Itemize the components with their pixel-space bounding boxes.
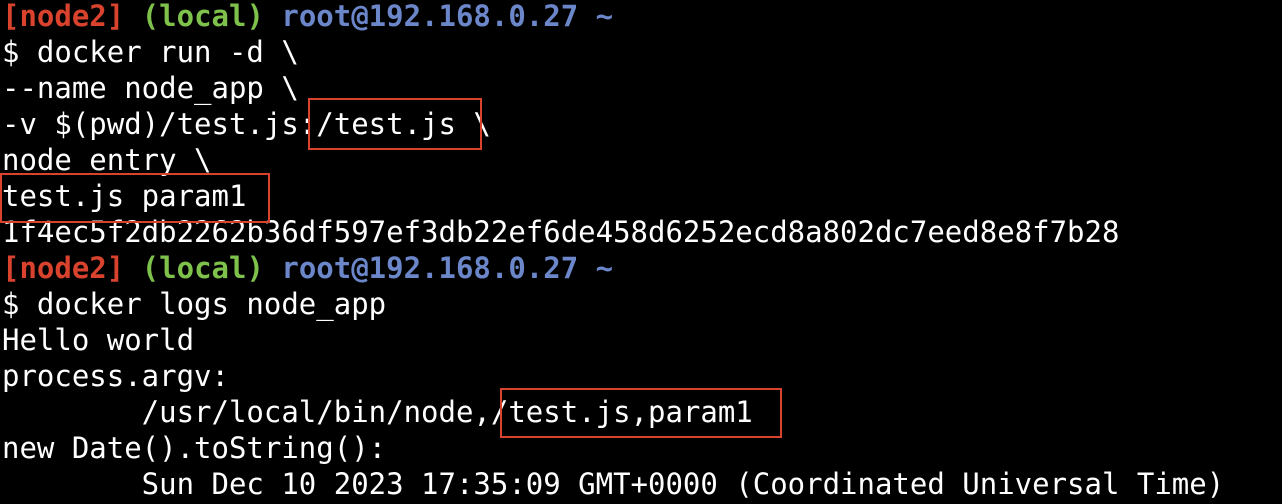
prompt-line-2: [node2] (local) root@192.168.0.27 ~: [2, 250, 613, 286]
highlight-box-volume: [308, 98, 482, 150]
terminal-window[interactable]: [node2] (local) root@192.168.0.27 ~ $ do…: [0, 0, 1282, 504]
env-tag: (local): [141, 0, 264, 33]
output-line: process.argv:: [2, 359, 229, 393]
host-label: root@192.168.0.27 ~: [281, 0, 614, 33]
command-line: $ docker logs node_app: [2, 287, 387, 321]
volume-source: -v $(pwd)/test.js: [2, 107, 299, 141]
argv-node-path: /usr/local/bin/node,: [2, 395, 491, 429]
node-tag: [node2]: [2, 251, 125, 285]
highlight-box-args: [0, 173, 270, 223]
output-line: new Date().toString():: [2, 431, 387, 465]
highlight-box-argv: [500, 388, 782, 438]
prompt-line-1: [node2] (local) root@192.168.0.27 ~: [2, 0, 613, 34]
host-label: root@192.168.0.27 ~: [281, 251, 614, 285]
output-line: Sun Dec 10 2023 17:35:09 GMT+0000 (Coord…: [2, 467, 1225, 501]
node-tag: [node2]: [2, 0, 125, 33]
command-line: --name node_app \: [2, 71, 299, 105]
output-line: Hello world: [2, 323, 195, 357]
command-line: $ docker run -d \: [2, 35, 299, 69]
env-tag: (local): [141, 251, 264, 285]
